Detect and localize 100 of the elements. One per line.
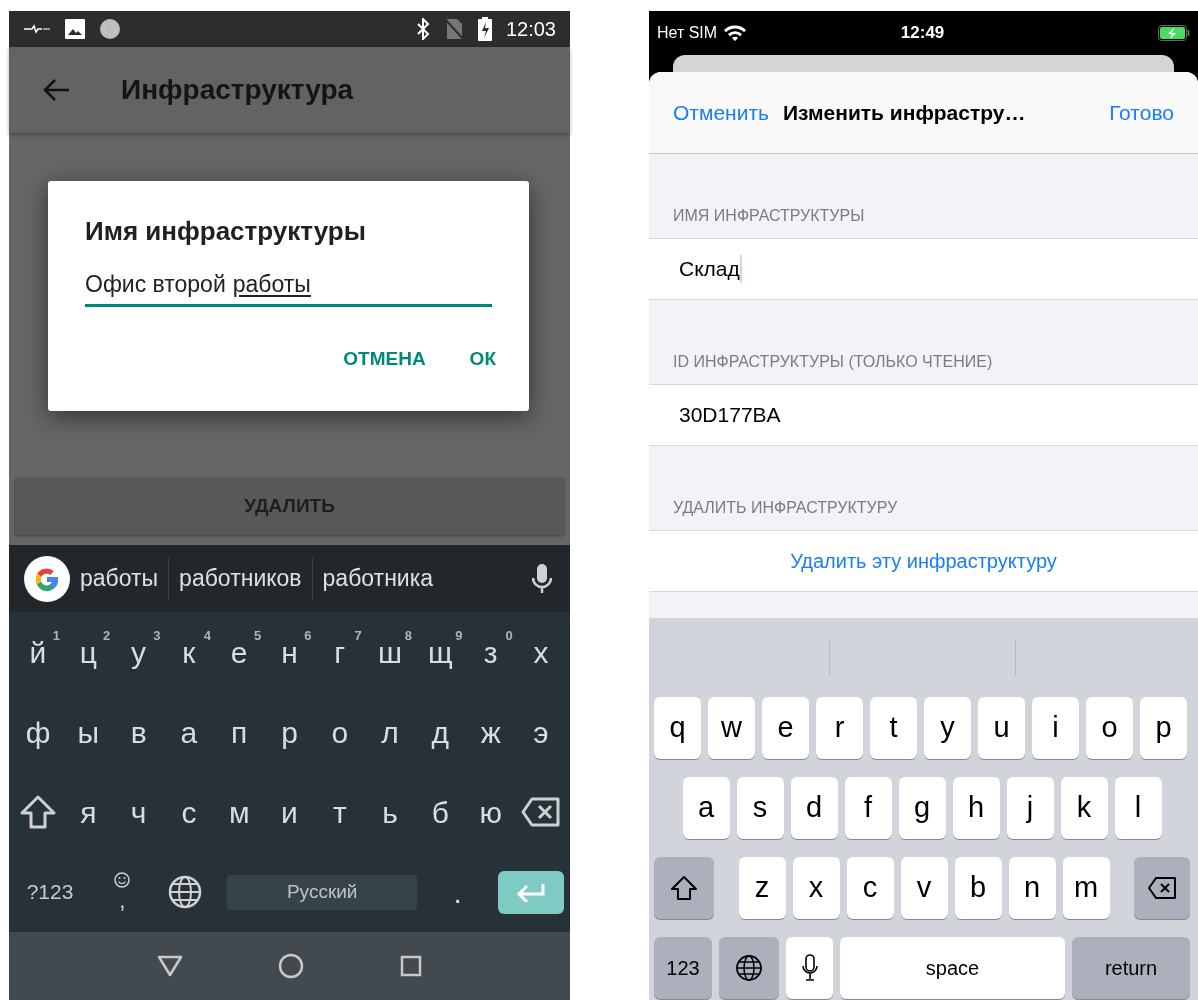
- key[interactable]: .: [434, 857, 481, 927]
- recents-square-icon[interactable]: [400, 955, 423, 977]
- key-hint: 1: [52, 629, 60, 642]
- sheet-title: Изменить инфрастру…: [782, 99, 1027, 126]
- key[interactable]: ф: [15, 697, 61, 767]
- key[interactable]: m: [1062, 857, 1110, 919]
- key[interactable]: а: [165, 697, 212, 767]
- shift-key[interactable]: [654, 857, 714, 919]
- battery-charging-icon: [1158, 25, 1190, 41]
- key[interactable]: q: [654, 697, 701, 759]
- key[interactable]: х: [517, 617, 564, 687]
- key[interactable]: н 6: [266, 617, 313, 687]
- suggestion[interactable]: работы: [70, 561, 169, 596]
- comma-key[interactable]: ,: [102, 862, 143, 922]
- key[interactable]: k: [1060, 777, 1108, 839]
- back-triangle-icon[interactable]: [156, 955, 183, 977]
- symbols-key[interactable]: ?123: [15, 862, 85, 922]
- back-arrow-icon: [42, 78, 70, 102]
- space-key[interactable]: Русский: [227, 874, 418, 910]
- key[interactable]: l: [1114, 777, 1162, 839]
- key[interactable]: д: [417, 697, 464, 767]
- key[interactable]: й 1: [15, 617, 61, 687]
- return-key[interactable]: return: [1072, 937, 1190, 999]
- key[interactable]: u: [978, 697, 1025, 759]
- key[interactable]: ж: [467, 697, 514, 767]
- key[interactable]: z: [738, 857, 786, 919]
- key[interactable]: з 0: [467, 617, 514, 687]
- dialog-button[interactable]: ОК: [459, 341, 506, 377]
- key[interactable]: c: [846, 857, 894, 919]
- key[interactable]: к 4: [165, 617, 212, 687]
- key[interactable]: р: [266, 697, 313, 767]
- key[interactable]: е 5: [216, 617, 263, 687]
- key[interactable]: r: [816, 697, 863, 759]
- g-logo-icon[interactable]: [24, 555, 70, 602]
- enter-icon: [515, 882, 546, 902]
- key[interactable]: ц 2: [65, 617, 112, 687]
- dialog-title: Имя инфраструктуры: [85, 215, 367, 247]
- dictation-key[interactable]: [786, 937, 833, 999]
- key[interactable]: v: [900, 857, 948, 919]
- section-header: ID ИНФРАСТРУКТУРЫ (ТОЛЬКО ЧТЕНИЕ): [673, 352, 993, 372]
- key[interactable]: ь: [367, 777, 414, 847]
- key[interactable]: п: [216, 697, 263, 767]
- key[interactable]: t: [870, 697, 917, 759]
- key[interactable]: ю: [467, 777, 514, 847]
- status-time: 12:49: [900, 22, 945, 45]
- key[interactable]: о: [316, 697, 363, 767]
- key[interactable]: и: [266, 777, 313, 847]
- id-value: 30D177BA: [679, 402, 781, 429]
- globe-key[interactable]: [719, 937, 779, 999]
- done-button[interactable]: Готово: [1109, 96, 1174, 129]
- key[interactable]: у 3: [115, 617, 162, 687]
- key[interactable]: p: [1140, 697, 1187, 759]
- suggestion[interactable]: работников: [169, 561, 312, 596]
- globe-icon[interactable]: [167, 875, 202, 909]
- key[interactable]: d: [790, 777, 838, 839]
- key[interactable]: h: [952, 777, 1000, 839]
- key-hint: 9: [455, 629, 463, 642]
- key[interactable]: y: [924, 697, 971, 759]
- key[interactable]: т: [316, 777, 363, 847]
- backspace-icon[interactable]: [520, 797, 561, 827]
- key[interactable]: b: [954, 857, 1002, 919]
- key[interactable]: w: [708, 697, 755, 759]
- key[interactable]: s: [736, 777, 784, 839]
- signal-wave-icon: [23, 24, 51, 34]
- dialog-button[interactable]: ОТМЕНА: [333, 341, 436, 377]
- suggestion[interactable]: работника: [312, 561, 444, 596]
- key[interactable]: э: [517, 697, 564, 767]
- key-hint: 4: [203, 629, 211, 642]
- bluetooth-icon: [415, 18, 430, 40]
- shift-icon[interactable]: [20, 795, 56, 829]
- key[interactable]: в: [115, 697, 162, 767]
- numbers-key[interactable]: 123: [654, 937, 712, 999]
- key[interactable]: g: [898, 777, 946, 839]
- key[interactable]: o: [1086, 697, 1133, 759]
- key[interactable]: я: [65, 777, 112, 847]
- key[interactable]: л: [367, 697, 414, 767]
- microphone-icon[interactable]: [532, 563, 552, 594]
- space-key[interactable]: space: [840, 937, 1065, 999]
- key[interactable]: ы: [65, 697, 112, 767]
- key[interactable]: г 7: [316, 617, 363, 687]
- key[interactable]: f: [844, 777, 892, 839]
- key[interactable]: с: [165, 777, 212, 847]
- key[interactable]: n: [1008, 857, 1056, 919]
- name-input-field[interactable]: Офис второй работы: [85, 265, 492, 307]
- home-circle-icon[interactable]: [278, 953, 305, 979]
- circle-icon: [99, 18, 121, 40]
- key-hint: 7: [354, 629, 362, 642]
- key[interactable]: б: [417, 777, 464, 847]
- key-hint: 2: [103, 629, 111, 642]
- key[interactable]: ч: [115, 777, 162, 847]
- enter-key[interactable]: [497, 870, 564, 914]
- shift-icon: [671, 876, 697, 900]
- key[interactable]: м: [216, 777, 263, 847]
- key[interactable]: i: [1032, 697, 1079, 759]
- key[interactable]: e: [762, 697, 809, 759]
- backspace-key[interactable]: [1134, 857, 1190, 919]
- cancel-button[interactable]: Отменить: [673, 96, 769, 129]
- key[interactable]: x: [792, 857, 840, 919]
- key[interactable]: a: [682, 777, 730, 839]
- key[interactable]: j: [1006, 777, 1054, 839]
